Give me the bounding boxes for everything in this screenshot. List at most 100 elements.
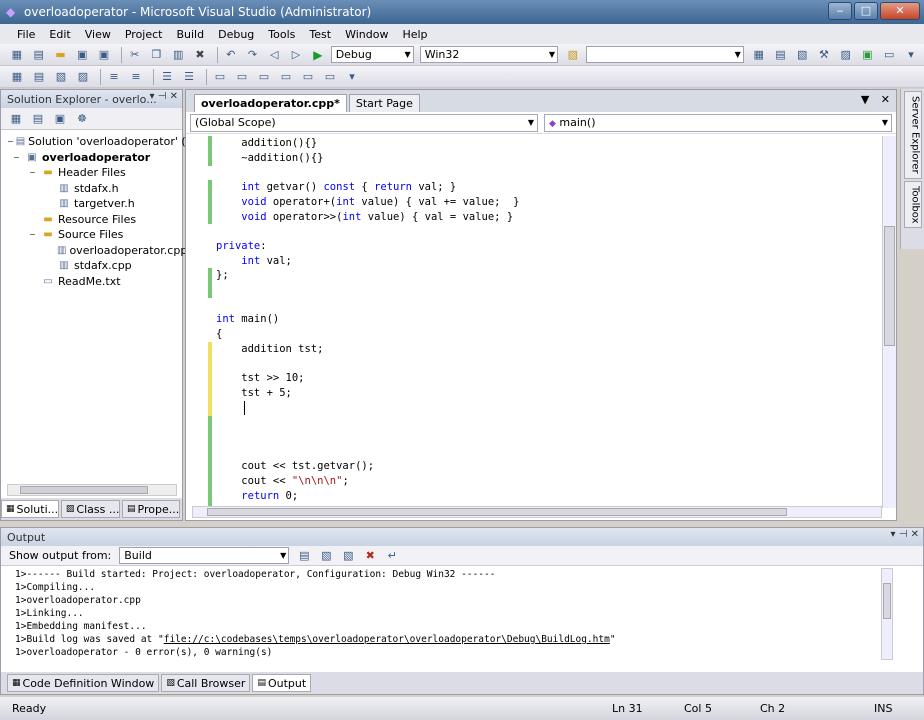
output-vertical-scrollbar[interactable] bbox=[881, 568, 893, 660]
code-text-area[interactable]: addition(){} ~addition(){} int getvar() … bbox=[186, 136, 882, 508]
uncomment-lines-icon[interactable]: ☰ bbox=[180, 69, 198, 85]
tab-class-view[interactable]: ▨ Class ... bbox=[60, 500, 121, 518]
tree-item-targetver-h[interactable]: ▥ targetver.h bbox=[1, 196, 182, 212]
minimize-button[interactable]: ‒ bbox=[828, 2, 852, 20]
tab-start-page[interactable]: Start Page bbox=[348, 94, 420, 112]
properties-window-icon[interactable]: ▤ bbox=[772, 47, 790, 63]
solution-platform-select[interactable]: Win32 ▼ bbox=[419, 46, 558, 63]
copy-icon[interactable]: ❐ bbox=[148, 47, 166, 63]
collapse-icon[interactable]: − bbox=[29, 168, 39, 177]
tree-item-resource-files[interactable]: ▬ Resource Files bbox=[1, 212, 182, 228]
find-combo[interactable]: ▼ bbox=[585, 46, 744, 63]
editor-vertical-scrollbar[interactable] bbox=[882, 136, 896, 508]
add-item-icon[interactable]: ▤ bbox=[30, 47, 48, 63]
refresh-icon[interactable]: ▣ bbox=[51, 111, 69, 127]
solution-horizontal-scrollbar[interactable] bbox=[7, 484, 177, 496]
tab-code-definition-window[interactable]: ▦ Code Definition Window bbox=[7, 674, 160, 692]
solution-configuration-select[interactable]: Debug ▼ bbox=[330, 46, 414, 63]
member-select[interactable]: ◆ main() ▼ bbox=[544, 113, 892, 132]
command-window-icon[interactable]: ▭ bbox=[880, 47, 898, 63]
clear-all-icon[interactable]: ✖ bbox=[361, 548, 379, 564]
scrollbar-thumb[interactable] bbox=[884, 226, 895, 346]
collapse-icon[interactable]: − bbox=[29, 230, 39, 239]
find-message-icon[interactable]: ▧ bbox=[317, 548, 335, 564]
decrease-indent-icon[interactable]: ≡ bbox=[105, 69, 123, 85]
previous-bookmark-folder-icon[interactable]: ▭ bbox=[277, 69, 295, 85]
tab-call-browser[interactable]: ▧ Call Browser bbox=[161, 674, 251, 692]
active-files-icon[interactable]: ▼ bbox=[861, 93, 869, 106]
parameter-info-icon[interactable]: ▤ bbox=[30, 69, 48, 85]
output-source-select[interactable]: Build ▼ bbox=[119, 547, 290, 564]
scrollbar-thumb[interactable] bbox=[883, 583, 891, 619]
paste-icon[interactable]: ▥ bbox=[169, 47, 187, 63]
toolbar-options-icon[interactable]: ▾ bbox=[343, 69, 361, 85]
properties-icon[interactable]: ▦ bbox=[7, 111, 25, 127]
menu-file[interactable]: File bbox=[10, 28, 42, 41]
menu-view[interactable]: View bbox=[78, 28, 118, 41]
open-file-icon[interactable]: ▬ bbox=[52, 47, 70, 63]
clear-bookmarks-icon[interactable]: ▭ bbox=[321, 69, 339, 85]
menu-test[interactable]: Test bbox=[302, 28, 338, 41]
class-view-icon[interactable]: ▨ bbox=[837, 47, 855, 63]
comment-lines-icon[interactable]: ☰ bbox=[158, 69, 176, 85]
window-position-icon[interactable]: ▾ bbox=[890, 529, 895, 540]
go-to-next-message-icon[interactable]: ▤ bbox=[295, 548, 313, 564]
next-bookmark-icon[interactable]: ▭ bbox=[255, 69, 273, 85]
next-bookmark-folder-icon[interactable]: ▭ bbox=[299, 69, 317, 85]
undo-icon[interactable]: ↶ bbox=[222, 47, 240, 63]
cut-icon[interactable]: ✂ bbox=[126, 47, 144, 63]
menu-build[interactable]: Build bbox=[169, 28, 211, 41]
close-panel-icon[interactable]: ✕ bbox=[911, 529, 919, 540]
tab-property-manager[interactable]: ▤ Prope... bbox=[122, 500, 180, 518]
new-project-icon[interactable]: ▦ bbox=[8, 47, 26, 63]
start-page-icon[interactable]: ▣ bbox=[859, 47, 877, 63]
save-all-icon[interactable]: ▣ bbox=[95, 47, 113, 63]
navigate-back-icon[interactable]: ◁ bbox=[265, 47, 283, 63]
tree-item-source-files[interactable]: − ▬ Source Files bbox=[1, 227, 182, 243]
menu-debug[interactable]: Debug bbox=[211, 28, 261, 41]
increase-indent-icon[interactable]: ≡ bbox=[127, 69, 145, 85]
quick-info-icon[interactable]: ▧ bbox=[52, 69, 70, 85]
menu-help[interactable]: Help bbox=[395, 28, 434, 41]
find-in-files-icon[interactable]: ▧ bbox=[564, 47, 582, 63]
scrollbar-thumb[interactable] bbox=[20, 486, 148, 494]
close-panel-icon[interactable]: ✕ bbox=[170, 91, 178, 102]
auto-hide-pin-icon[interactable]: ⊣ bbox=[899, 529, 908, 540]
tab-toolbox[interactable]: Toolbox bbox=[903, 180, 922, 229]
previous-bookmark-icon[interactable]: ▭ bbox=[233, 69, 251, 85]
delete-icon[interactable]: ✖ bbox=[191, 47, 209, 63]
object-browser-icon[interactable]: ▧ bbox=[793, 47, 811, 63]
tree-item-stdafx-h[interactable]: ▥ stdafx.h bbox=[1, 181, 182, 197]
redo-icon[interactable]: ↷ bbox=[244, 47, 262, 63]
tab-output[interactable]: ▤ Output bbox=[252, 674, 312, 692]
window-position-icon[interactable]: ▾ bbox=[149, 91, 154, 102]
tab-solution-explorer[interactable]: ▦ Soluti... bbox=[1, 500, 59, 518]
scrollbar-thumb[interactable] bbox=[207, 508, 787, 516]
list-members-icon[interactable]: ▦ bbox=[8, 69, 26, 85]
find-next-icon[interactable]: ▧ bbox=[339, 548, 357, 564]
collapse-icon[interactable]: − bbox=[13, 153, 23, 162]
collapse-icon[interactable]: − bbox=[7, 137, 14, 146]
save-icon[interactable]: ▣ bbox=[73, 47, 91, 63]
toolbox-icon[interactable]: ⚒ bbox=[815, 47, 833, 63]
toggle-word-wrap-icon[interactable]: ↵ bbox=[383, 548, 401, 564]
show-all-files-icon[interactable]: ▤ bbox=[29, 111, 47, 127]
tab-overloadoperator-cpp[interactable]: overloadoperator.cpp* bbox=[194, 94, 347, 112]
menu-window[interactable]: Window bbox=[338, 28, 395, 41]
toolbar-options-icon[interactable]: ▾ bbox=[902, 47, 920, 63]
close-document-icon[interactable]: ✕ bbox=[881, 93, 890, 106]
menu-project[interactable]: Project bbox=[118, 28, 170, 41]
toggle-bookmark-icon[interactable]: ▭ bbox=[211, 69, 229, 85]
scope-select[interactable]: (Global Scope) ▼ bbox=[190, 113, 538, 132]
tree-item-readme[interactable]: ▭ ReadMe.txt bbox=[1, 274, 182, 290]
view-class-diagram-icon[interactable]: ☸ bbox=[73, 111, 91, 127]
complete-word-icon[interactable]: ▨ bbox=[74, 69, 92, 85]
start-debugging-icon[interactable]: ▶ bbox=[309, 47, 327, 63]
editor-horizontal-scrollbar[interactable] bbox=[192, 506, 882, 518]
tab-server-explorer[interactable]: Server Explorer bbox=[903, 91, 922, 179]
tree-item-header-files[interactable]: − ▬ Header Files bbox=[1, 165, 182, 181]
auto-hide-pin-icon[interactable]: ⊣ bbox=[158, 91, 167, 102]
tree-item-stdafx-cpp[interactable]: ▥ stdafx.cpp bbox=[1, 258, 182, 274]
menu-edit[interactable]: Edit bbox=[42, 28, 77, 41]
menu-tools[interactable]: Tools bbox=[261, 28, 302, 41]
